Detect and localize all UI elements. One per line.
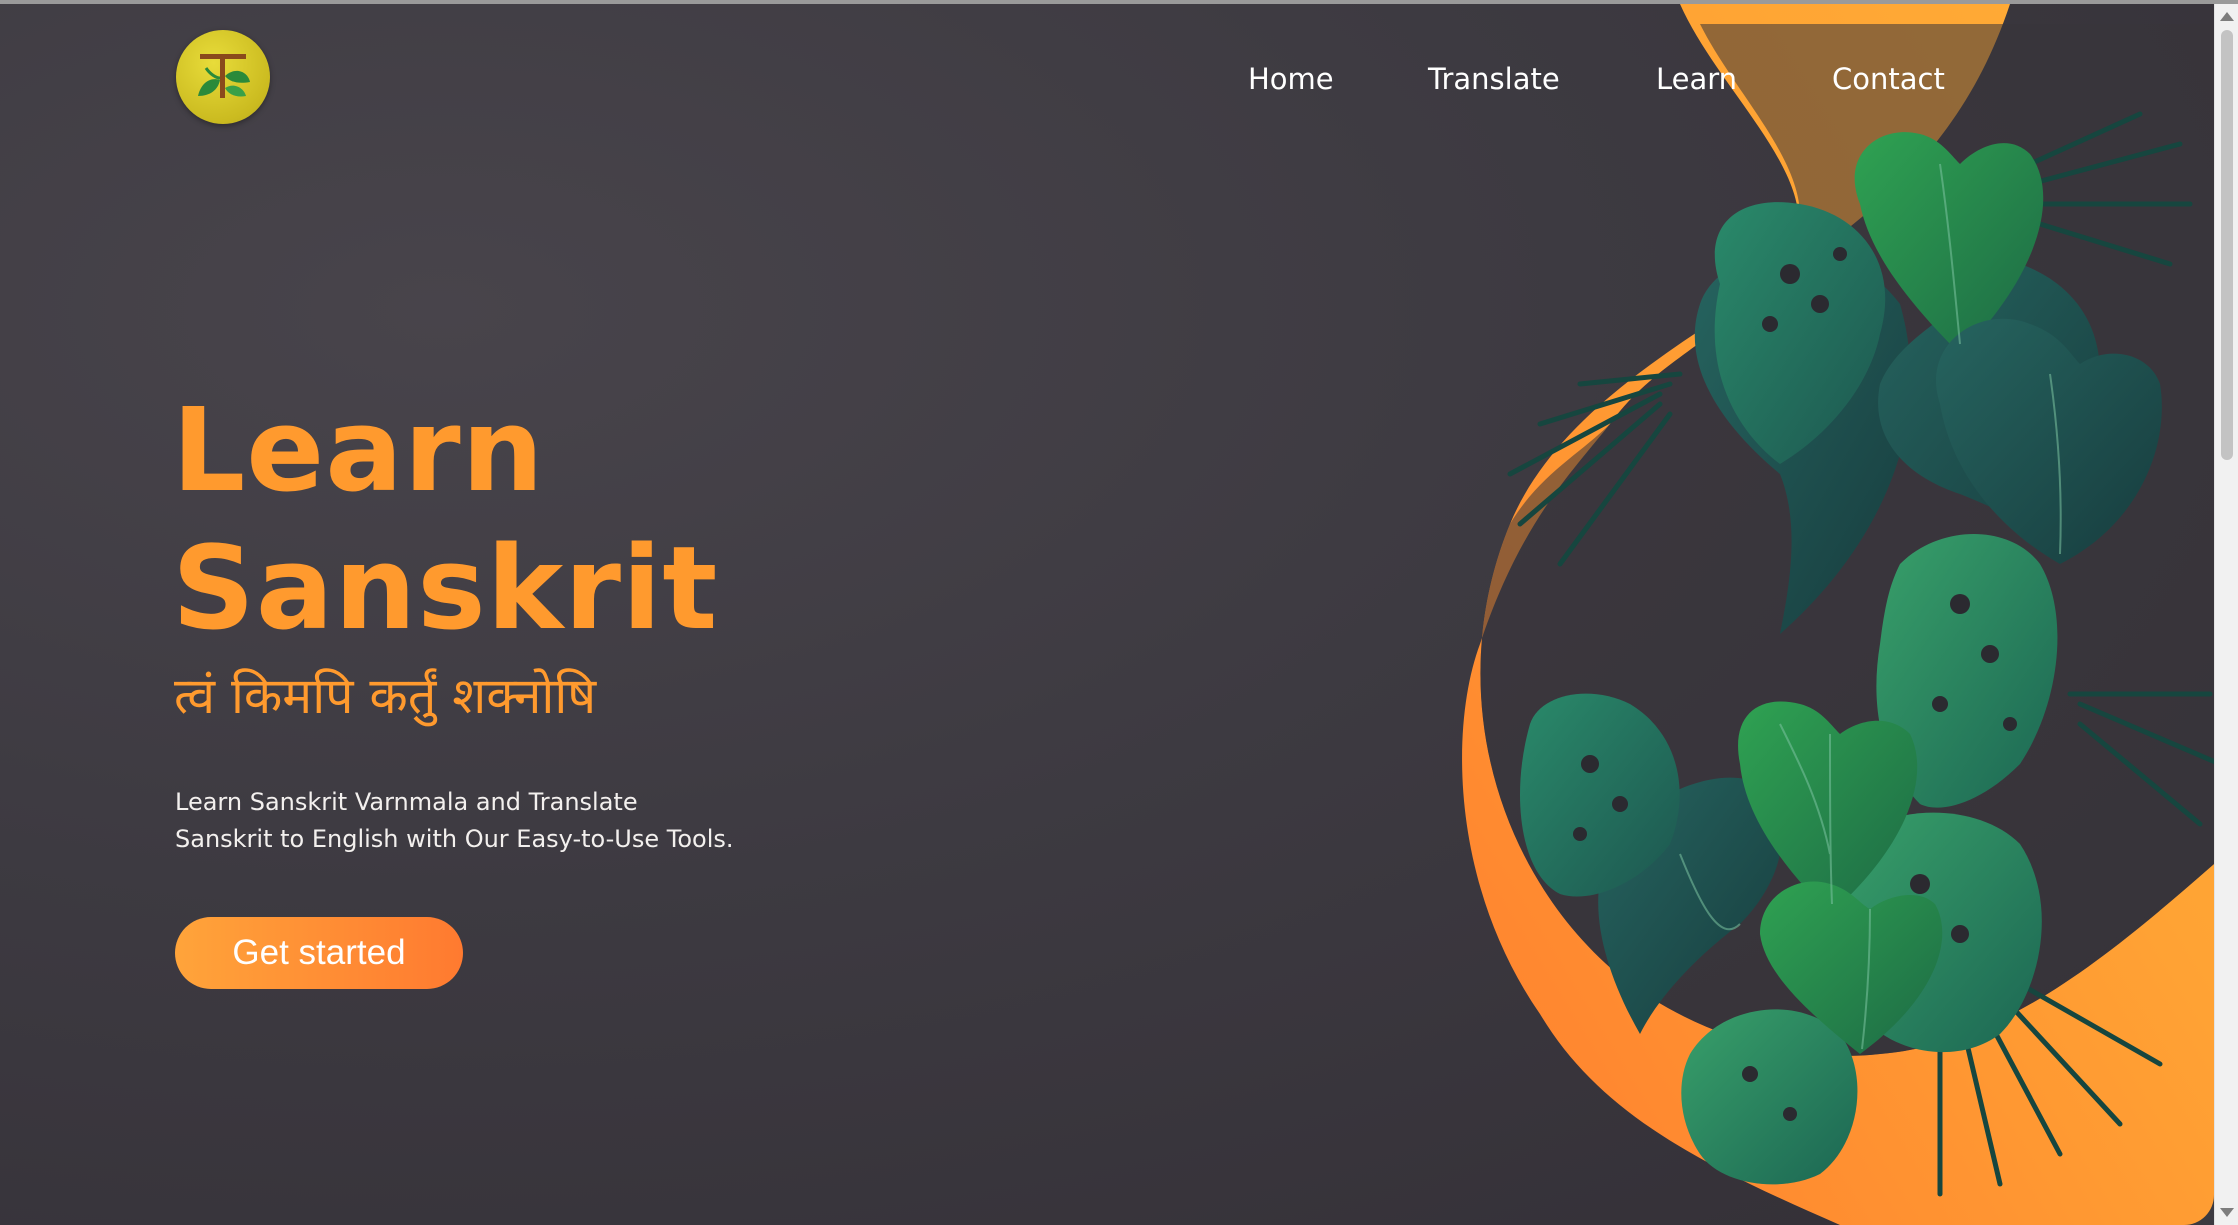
leaf-emblem-icon <box>198 54 250 98</box>
vertical-scrollbar[interactable] <box>2214 4 2238 1225</box>
hero-title-line1: Learn <box>172 384 545 518</box>
scrollbar-thumb[interactable] <box>2221 30 2233 460</box>
get-started-button[interactable]: Get started <box>175 917 463 989</box>
hero-title-line2: Sanskrit <box>172 522 719 656</box>
scroll-down-arrow-icon[interactable] <box>2220 1208 2234 1217</box>
scroll-up-arrow-icon[interactable] <box>2220 12 2234 21</box>
monstera-leaf-bottom <box>1681 1009 1858 1185</box>
nav-learn[interactable]: Learn <box>1656 62 1737 96</box>
hero-sanskrit-subtitle: त्वं किमपि कर्तुं शक्नोषि <box>174 667 597 725</box>
landing-page: Home Translate Learn Contact Learn Sansk… <box>0 4 2214 1225</box>
nav-translate[interactable]: Translate <box>1428 62 1560 96</box>
nav-contact[interactable]: Contact <box>1832 62 1945 96</box>
site-logo[interactable] <box>176 30 270 124</box>
tropical-leaves-illustration <box>1462 4 2214 1225</box>
nav-home[interactable]: Home <box>1248 62 1334 96</box>
hero-description: Learn Sanskrit Varnmala and Translate Sa… <box>175 788 734 853</box>
hero-title: Learn Sanskrit <box>172 382 718 658</box>
